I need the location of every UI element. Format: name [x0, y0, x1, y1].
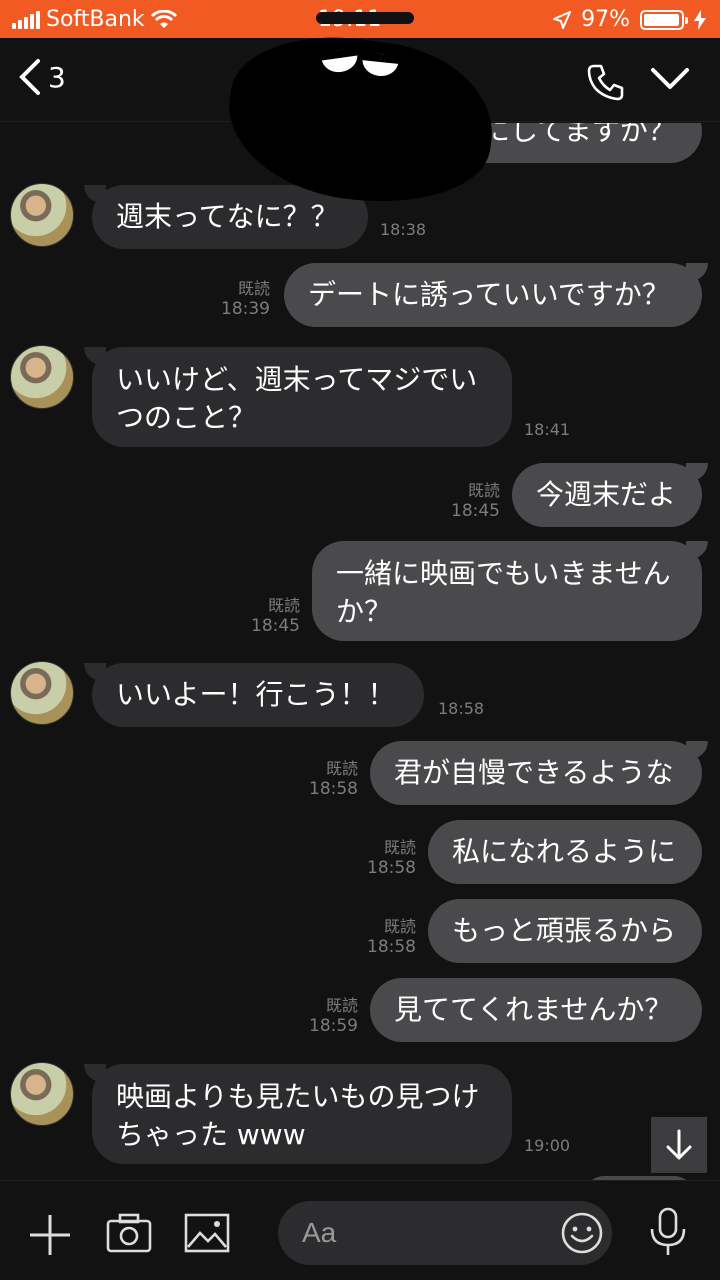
message-time: 18:38	[380, 220, 427, 239]
message-bubble[interactable]: もっと頑張るから	[428, 899, 702, 963]
message-input[interactable]	[302, 1215, 542, 1251]
read-receipt: 既読 18:59	[309, 996, 358, 1036]
emoji-button[interactable]	[560, 1211, 604, 1259]
message-bubble[interactable]: いいけど、週末ってマジでいつのこと？	[92, 347, 512, 447]
message-bubble[interactable]: 君が自慢できるような	[370, 741, 702, 805]
avatar[interactable]	[10, 345, 74, 409]
read-receipt: 既読 18:39	[221, 279, 270, 319]
image-icon	[184, 1213, 230, 1253]
location-icon	[553, 10, 572, 29]
read-receipt: 既読 18:45	[451, 481, 500, 521]
message-bubble[interactable]: 私になれるように	[428, 820, 702, 884]
chat-area[interactable]: なにしてますか？ 今日 週末ってなに？？ 18:38 既読18:39 デートに誘…	[0, 123, 720, 1180]
arrow-down-icon	[666, 1129, 692, 1160]
scroll-to-bottom-button[interactable]	[651, 1117, 707, 1173]
chat-header: 3	[0, 22, 720, 218]
plus-icon	[30, 1215, 70, 1255]
signal-icon	[12, 10, 40, 29]
voice-button[interactable]	[648, 1207, 688, 1261]
message-input-box[interactable]	[278, 1201, 612, 1265]
read-receipt: 既読 18:58	[309, 759, 358, 799]
message-bubble[interactable]: 見ててくれませんか？	[370, 978, 702, 1042]
wifi-icon	[150, 9, 177, 28]
camera-button[interactable]	[106, 1213, 152, 1257]
message-bubble[interactable]: デートに誘っていいですか？	[284, 263, 702, 327]
message-bubble[interactable]: 今週末だよ	[512, 463, 702, 527]
message-time: 18:58	[438, 699, 485, 718]
scribble-top	[316, 12, 414, 24]
message-bubble[interactable]: 一緒に映画でもいきませんか？	[312, 541, 702, 641]
back-button[interactable]: 3	[18, 58, 66, 96]
phone-icon	[587, 64, 624, 101]
avatar[interactable]	[10, 661, 74, 725]
read-receipt: 既読 18:45	[251, 596, 300, 636]
message-time: 18:41	[524, 420, 571, 439]
chevron-down-icon	[651, 68, 689, 89]
image-button[interactable]	[184, 1213, 230, 1257]
battery-percent: 97%	[581, 7, 630, 32]
message-bubble[interactable]: いいよー！行こう！！	[92, 663, 424, 727]
input-bar	[0, 1180, 720, 1280]
menu-button[interactable]	[650, 66, 690, 96]
battery-icon	[640, 9, 688, 30]
read-receipt: 既読 18:58	[367, 838, 416, 878]
read-receipt: 既読 18:58	[367, 917, 416, 957]
message-bubble[interactable]: 映画よりも見たいもの見つけちゃった www	[92, 1064, 512, 1164]
chevron-left-icon	[19, 59, 40, 95]
carrier: SoftBank	[12, 7, 177, 32]
microphone-icon	[650, 1207, 686, 1255]
avatar[interactable]	[10, 1062, 74, 1126]
message-time: 19:00	[524, 1136, 571, 1155]
add-button[interactable]	[28, 1213, 72, 1261]
avatar[interactable]	[10, 183, 74, 247]
unread-count: 3	[48, 60, 66, 94]
charging-icon	[694, 9, 706, 30]
camera-icon	[106, 1213, 152, 1253]
call-button[interactable]	[586, 62, 626, 106]
carrier-name: SoftBank	[46, 7, 145, 32]
smile-icon	[561, 1212, 603, 1254]
